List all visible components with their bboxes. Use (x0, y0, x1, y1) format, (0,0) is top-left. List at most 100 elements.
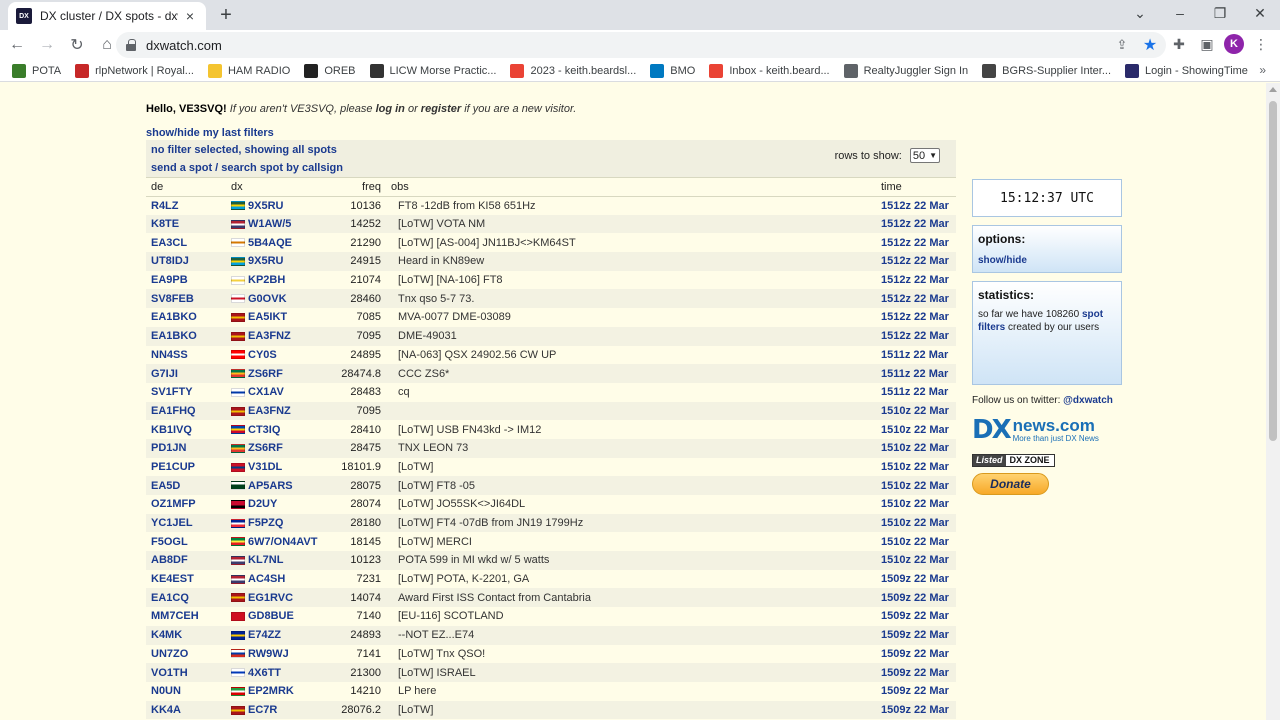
col-freq[interactable]: freq (326, 178, 386, 197)
send-spot-link[interactable]: send a spot / search spot by callsign (151, 162, 343, 174)
dx-callsign-link[interactable]: 9X5RU (248, 200, 283, 212)
rows-to-show-select[interactable]: 50 ▼ (909, 148, 940, 163)
spotter-callsign-link[interactable]: OZ1MFP (151, 498, 196, 510)
dx-callsign-link[interactable]: ZS6RF (248, 368, 283, 380)
dxzone-badge[interactable]: Listed DX ZONE (972, 454, 1055, 467)
dx-callsign-link[interactable]: ZS6RF (248, 442, 283, 454)
col-de[interactable]: de (146, 178, 226, 197)
dx-callsign-link[interactable]: CX1AV (248, 386, 284, 398)
spotter-callsign-link[interactable]: KE4EST (151, 573, 194, 585)
spotter-callsign-link[interactable]: K4MK (151, 629, 182, 641)
dx-callsign-link[interactable]: 5B4AQE (248, 237, 292, 249)
col-dx[interactable]: dx (226, 178, 326, 197)
page-scrollbar[interactable] (1266, 83, 1280, 720)
twitter-link[interactable]: @dxwatch (1063, 395, 1113, 406)
reload-button[interactable]: ↻ (64, 32, 90, 58)
col-time[interactable]: time (876, 178, 956, 197)
new-tab-button[interactable]: + (214, 4, 238, 26)
scrollbar-thumb[interactable] (1269, 101, 1277, 441)
spotter-callsign-link[interactable]: PD1JN (151, 442, 186, 454)
dx-callsign-link[interactable]: 9X5RU (248, 255, 283, 267)
dx-callsign-link[interactable]: CY0S (248, 349, 277, 361)
dx-callsign-link[interactable]: KP2BH (248, 274, 285, 286)
spotter-callsign-link[interactable]: KK4A (151, 704, 181, 716)
dx-callsign-link[interactable]: KL7NL (248, 554, 283, 566)
address-bar[interactable]: dxwatch.com ⇪ ★ (116, 32, 1166, 58)
spotter-callsign-link[interactable]: EA1BKO (151, 311, 197, 323)
dx-callsign-link[interactable]: F5PZQ (248, 517, 283, 529)
show-hide-last-filters-link[interactable]: show/hide my last filters (146, 127, 274, 139)
dx-callsign-link[interactable]: GD8BUE (248, 610, 294, 622)
dxnews-logo[interactable]: DX news.com More than just DX News (972, 414, 1122, 446)
filter-status-link[interactable]: no filter selected, showing all spots (151, 144, 337, 156)
spotter-callsign-link[interactable]: SV8FEB (151, 293, 194, 305)
spotter-callsign-link[interactable]: N0UN (151, 685, 181, 697)
side-panel-icon[interactable]: ▣ (1196, 33, 1218, 55)
extensions-puzzle-icon[interactable]: ✚ (1168, 33, 1190, 55)
bookmark-item[interactable]: POTA (12, 63, 61, 78)
spotter-callsign-link[interactable]: EA1FHQ (151, 405, 196, 417)
back-button[interactable]: ← (4, 32, 30, 58)
share-icon[interactable]: ⇪ (1112, 35, 1132, 55)
forward-button[interactable]: → (34, 32, 60, 58)
donate-button[interactable]: Donate (972, 473, 1049, 495)
spotter-callsign-link[interactable]: NN4SS (151, 349, 188, 361)
col-obs[interactable]: obs (386, 178, 876, 197)
bookmark-item[interactable]: OREB (304, 63, 356, 78)
bookmark-item[interactable]: 2023 - keith.beardsl... (510, 63, 636, 78)
dx-callsign-link[interactable]: AC4SH (248, 573, 285, 585)
dx-callsign-link[interactable]: W1AW/5 (248, 218, 291, 230)
spotter-callsign-link[interactable]: UN7ZO (151, 648, 188, 660)
tab-search-chevron-icon[interactable]: ⌄ (1120, 0, 1160, 26)
spotter-callsign-link[interactable]: YC1JEL (151, 517, 193, 529)
close-tab-icon[interactable]: × (182, 8, 198, 24)
spotter-callsign-link[interactable]: PE1CUP (151, 461, 195, 473)
dx-callsign-link[interactable]: 6W7/ON4AVT (248, 536, 317, 548)
dx-callsign-link[interactable]: EA5IKT (248, 311, 287, 323)
spotter-callsign-link[interactable]: EA3CL (151, 237, 187, 249)
dx-callsign-link[interactable]: RW9WJ (248, 648, 289, 660)
dx-callsign-link[interactable]: EC7R (248, 704, 277, 716)
bookmark-item[interactable]: HAM RADIO (207, 63, 290, 78)
spotter-callsign-link[interactable]: SV1FTY (151, 386, 193, 398)
spotter-callsign-link[interactable]: VO1TH (151, 667, 188, 679)
bookmark-item[interactable]: BGRS-Supplier Inter... (982, 63, 1111, 78)
bookmark-star-icon[interactable]: ★ (1140, 35, 1160, 55)
spotter-callsign-link[interactable]: K8TE (151, 218, 179, 230)
dx-callsign-link[interactable]: EG1RVC (248, 592, 293, 604)
bookmarks-overflow-icon[interactable]: » (1259, 63, 1266, 77)
login-link[interactable]: log in (376, 103, 405, 115)
profile-avatar[interactable]: K (1224, 34, 1244, 54)
spotter-callsign-link[interactable]: R4LZ (151, 200, 179, 212)
spotter-callsign-link[interactable]: F5OGL (151, 536, 188, 548)
dx-callsign-link[interactable]: 4X6TT (248, 667, 281, 679)
register-link[interactable]: register (421, 103, 461, 115)
spotter-callsign-link[interactable]: AB8DF (151, 554, 188, 566)
dx-callsign-link[interactable]: EA3FNZ (248, 405, 291, 417)
dx-callsign-link[interactable]: E74ZZ (248, 629, 281, 641)
bookmark-item[interactable]: Inbox - keith.beard... (709, 63, 830, 78)
menu-kebab-icon[interactable]: ⋮ (1250, 33, 1272, 55)
dx-callsign-link[interactable]: AP5ARS (248, 480, 293, 492)
dx-callsign-link[interactable]: EA3FNZ (248, 330, 291, 342)
tab-dxwatch[interactable]: DX DX cluster / DX spots - dxwatch.c × (8, 2, 206, 30)
bookmark-item[interactable]: LICW Morse Practic... (369, 63, 496, 78)
scroll-up-arrow-icon[interactable] (1269, 87, 1277, 92)
bookmark-item[interactable]: rlpNetwork | Royal... (75, 63, 194, 78)
dx-callsign-link[interactable]: V31DL (248, 461, 282, 473)
close-window-button[interactable]: ✕ (1240, 0, 1280, 26)
dx-callsign-link[interactable]: D2UY (248, 498, 277, 510)
spotter-callsign-link[interactable]: EA1BKO (151, 330, 197, 342)
spotter-callsign-link[interactable]: EA1CQ (151, 592, 189, 604)
lock-icon[interactable] (126, 39, 136, 51)
url-text[interactable]: dxwatch.com (146, 38, 222, 53)
maximize-button[interactable]: ❐ (1200, 0, 1240, 26)
spotter-callsign-link[interactable]: UT8IDJ (151, 255, 189, 267)
spotter-callsign-link[interactable]: EA5D (151, 480, 180, 492)
dx-callsign-link[interactable]: G0OVK (248, 293, 287, 305)
minimize-button[interactable]: – (1160, 0, 1200, 26)
bookmark-item[interactable]: BMO (650, 63, 695, 78)
dx-callsign-link[interactable]: CT3IQ (248, 424, 280, 436)
spotter-callsign-link[interactable]: G7IJI (151, 368, 178, 380)
bookmark-item[interactable]: Login - ShowingTime (1125, 63, 1248, 78)
